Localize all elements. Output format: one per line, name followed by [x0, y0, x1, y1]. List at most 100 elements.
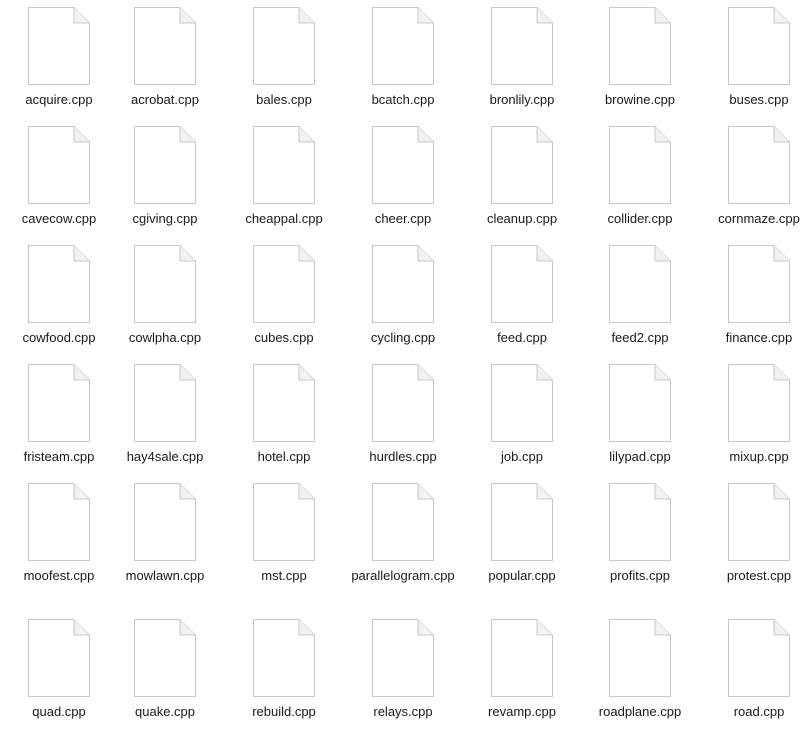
document-file-icon	[27, 482, 91, 562]
document-file-icon	[727, 6, 791, 86]
file-item[interactable]: cowlpha.cpp	[106, 238, 224, 354]
file-item[interactable]: bcatch.cpp	[344, 0, 462, 116]
document-file-icon	[27, 618, 91, 698]
document-file-icon	[27, 244, 91, 324]
file-name-label: profits.cpp	[610, 568, 670, 583]
document-file-icon	[727, 482, 791, 562]
document-file-icon	[727, 244, 791, 324]
file-item[interactable]: hurdles.cpp	[344, 357, 462, 473]
file-name-label: rebuild.cpp	[252, 704, 316, 719]
file-item[interactable]: parallelogram.cpp	[344, 476, 462, 592]
file-item[interactable]: cowfood.cpp	[0, 238, 118, 354]
file-name-label: mowlawn.cpp	[125, 568, 205, 583]
file-item[interactable]: fristeam.cpp	[0, 357, 118, 473]
file-item[interactable]: feed2.cpp	[581, 238, 699, 354]
document-file-icon	[252, 6, 316, 86]
file-name-label: mst.cpp	[261, 568, 307, 583]
document-file-icon	[490, 244, 554, 324]
file-item[interactable]: hay4sale.cpp	[106, 357, 224, 473]
file-item[interactable]: acquire.cpp	[0, 0, 118, 116]
file-item[interactable]: lilypad.cpp	[581, 357, 699, 473]
file-name-label: popular.cpp	[488, 568, 556, 583]
document-file-icon	[490, 618, 554, 698]
file-name-label: bales.cpp	[256, 92, 312, 107]
file-name-label: quake.cpp	[135, 704, 195, 719]
file-item[interactable]: acrobat.cpp	[106, 0, 224, 116]
document-file-icon	[133, 618, 197, 698]
file-name-label: browine.cpp	[604, 92, 676, 107]
document-file-icon	[133, 363, 197, 443]
file-item[interactable]: road.cpp	[700, 612, 802, 728]
document-file-icon	[252, 363, 316, 443]
document-file-icon	[252, 125, 316, 205]
file-item[interactable]: cgiving.cpp	[106, 119, 224, 235]
file-item[interactable]: mixup.cpp	[700, 357, 802, 473]
file-name-label: revamp.cpp	[488, 704, 556, 719]
document-file-icon	[490, 363, 554, 443]
file-item[interactable]: feed.cpp	[463, 238, 581, 354]
file-name-label: cowfood.cpp	[22, 330, 96, 345]
file-item[interactable]: cleanup.cpp	[463, 119, 581, 235]
file-item[interactable]: hotel.cpp	[225, 357, 343, 473]
document-file-icon	[371, 244, 435, 324]
file-item[interactable]: revamp.cpp	[463, 612, 581, 728]
file-item[interactable]: protest.cpp	[700, 476, 802, 592]
file-item[interactable]: buses.cpp	[700, 0, 802, 116]
file-name-label: cubes.cpp	[254, 330, 314, 345]
document-file-icon	[490, 482, 554, 562]
document-file-icon	[608, 363, 672, 443]
file-item[interactable]: cheer.cpp	[344, 119, 462, 235]
document-file-icon	[27, 125, 91, 205]
file-item[interactable]: browine.cpp	[581, 0, 699, 116]
document-file-icon	[133, 125, 197, 205]
file-name-label: hurdles.cpp	[369, 449, 437, 464]
document-file-icon	[371, 363, 435, 443]
file-item[interactable]: relays.cpp	[344, 612, 462, 728]
document-file-icon	[608, 618, 672, 698]
file-item[interactable]: bales.cpp	[225, 0, 343, 116]
file-name-label: cheer.cpp	[374, 211, 432, 226]
file-name-label: cgiving.cpp	[132, 211, 198, 226]
file-name-label: collider.cpp	[607, 211, 673, 226]
file-item[interactable]: roadplane.cpp	[581, 612, 699, 728]
file-item[interactable]: moofest.cpp	[0, 476, 118, 592]
file-item[interactable]: rebuild.cpp	[225, 612, 343, 728]
file-name-label: hay4sale.cpp	[126, 449, 204, 464]
file-item[interactable]: cheappal.cpp	[225, 119, 343, 235]
document-file-icon	[490, 6, 554, 86]
document-file-icon	[371, 125, 435, 205]
file-item[interactable]: collider.cpp	[581, 119, 699, 235]
file-item[interactable]: job.cpp	[463, 357, 581, 473]
file-item[interactable]: cornmaze.cpp	[700, 119, 802, 235]
file-item[interactable]: finance.cpp	[700, 238, 802, 354]
document-file-icon	[490, 125, 554, 205]
file-name-label: parallelogram.cpp	[351, 568, 455, 583]
file-name-label: quad.cpp	[32, 704, 86, 719]
file-item[interactable]: bronlily.cpp	[463, 0, 581, 116]
document-file-icon	[608, 244, 672, 324]
file-item[interactable]: cubes.cpp	[225, 238, 343, 354]
document-file-icon	[371, 482, 435, 562]
file-name-label: cheappal.cpp	[245, 211, 323, 226]
file-name-label: relays.cpp	[373, 704, 433, 719]
document-file-icon	[27, 6, 91, 86]
file-item[interactable]: mst.cpp	[225, 476, 343, 592]
file-item[interactable]: quake.cpp	[106, 612, 224, 728]
file-name-label: cycling.cpp	[370, 330, 436, 345]
file-name-label: lilypad.cpp	[609, 449, 671, 464]
file-item[interactable]: popular.cpp	[463, 476, 581, 592]
file-name-label: job.cpp	[501, 449, 543, 464]
file-item[interactable]: mowlawn.cpp	[106, 476, 224, 592]
document-file-icon	[608, 6, 672, 86]
file-name-label: cornmaze.cpp	[718, 211, 800, 226]
file-name-label: acquire.cpp	[25, 92, 93, 107]
file-item[interactable]: profits.cpp	[581, 476, 699, 592]
file-item[interactable]: cycling.cpp	[344, 238, 462, 354]
document-file-icon	[371, 6, 435, 86]
file-name-label: hotel.cpp	[257, 449, 311, 464]
file-name-label: bronlily.cpp	[489, 92, 555, 107]
file-item[interactable]: quad.cpp	[0, 612, 118, 728]
file-item[interactable]: cavecow.cpp	[0, 119, 118, 235]
file-name-label: mixup.cpp	[729, 449, 789, 464]
file-name-label: cowlpha.cpp	[128, 330, 202, 345]
